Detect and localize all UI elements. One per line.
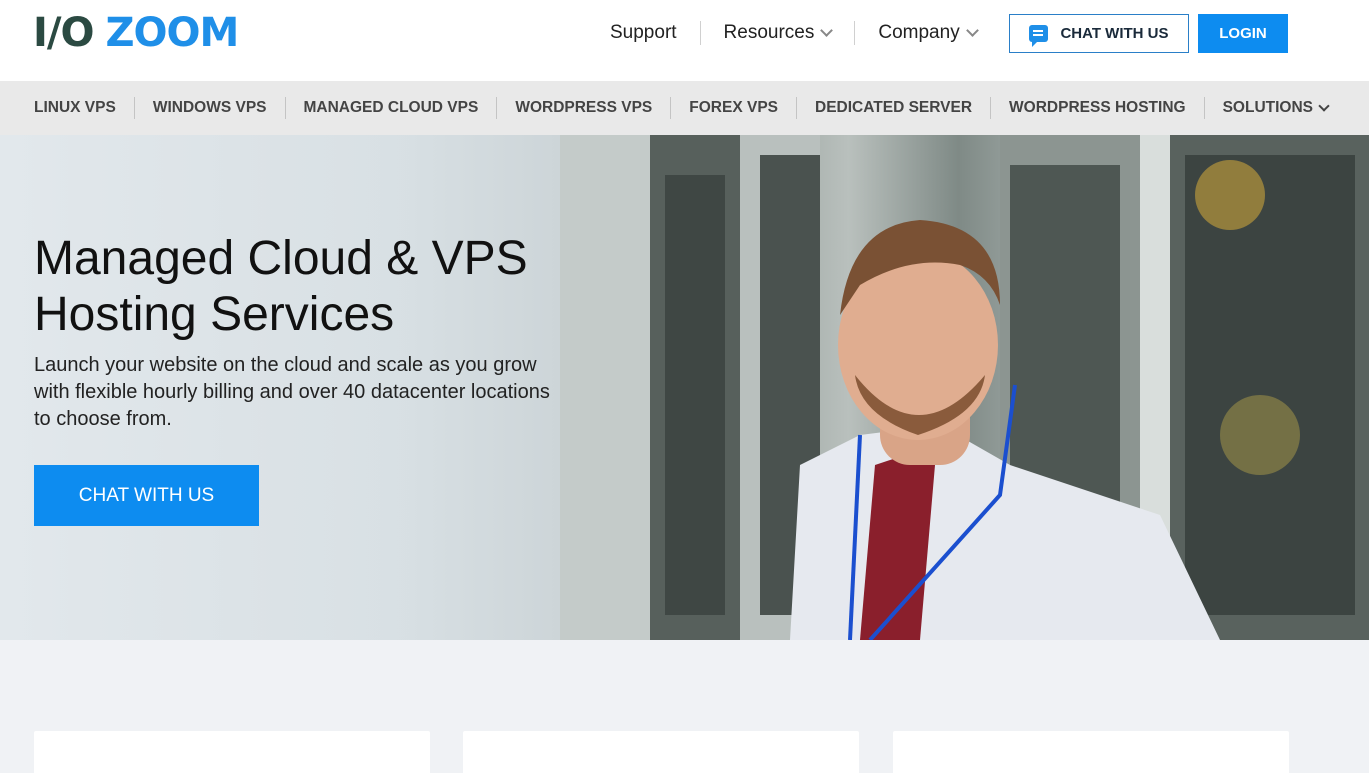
subnav-item-managed-cloud-vps[interactable]: MANAGED CLOUD VPS [284,97,497,119]
subnav-label: WORDPRESS HOSTING [1009,99,1186,116]
logo-text-zoom: ZOOM [105,10,240,56]
product-nav: LINUX VPS WINDOWS VPS MANAGED CLOUD VPS … [0,81,1369,135]
nav-company[interactable]: Company [854,21,999,45]
subnav-label: FOREX VPS [689,99,778,116]
feature-card [34,731,430,773]
chevron-down-icon [820,24,834,37]
hero-subtitle: Launch your website on the cloud and sca… [34,354,550,430]
subnav-label: SOLUTIONS [1222,99,1314,116]
subnav-item-wordpress-hosting[interactable]: WORDPRESS HOSTING [990,97,1204,119]
subnav-item-windows-vps[interactable]: WINDOWS VPS [133,97,285,119]
subnav-label: MANAGED CLOUD VPS [303,99,479,116]
subnav-item-dedicated-server[interactable]: DEDICATED SERVER [796,97,990,119]
hero-banner: Managed Cloud & VPS Hosting Services Lau… [0,135,1369,640]
subnav-label: WINDOWS VPS [152,99,267,116]
nav-company-label: Company [878,22,960,43]
subnav-item-linux-vps[interactable]: LINUX VPS [16,97,134,119]
logo[interactable]: I/O ZOOM [33,10,240,56]
subnav-label: DEDICATED SERVER [815,99,973,116]
hero-chat-button[interactable]: CHAT WITH US [34,465,259,526]
site-header: I/O ZOOM Support Resources Company CHAT … [0,0,1369,81]
hero-title-line2: Hosting Services [34,288,395,341]
nav-support-label: Support [610,22,677,43]
chat-button-label: CHAT WITH US [1060,25,1169,42]
hero-title-line1: Managed Cloud & VPS [34,232,528,285]
nav-support[interactable]: Support [598,21,700,45]
subnav-item-forex-vps[interactable]: FOREX VPS [670,97,796,119]
nav-resources[interactable]: Resources [699,21,855,45]
subnav-item-wordpress-vps[interactable]: WORDPRESS VPS [496,97,670,119]
hero-chat-button-label: CHAT WITH US [78,484,215,506]
chat-bubble-icon [1029,25,1049,47]
chevron-down-icon [965,24,979,37]
top-nav: Support Resources Company [598,18,1000,48]
subnav-item-solutions[interactable]: SOLUTIONS [1203,97,1346,119]
nav-resources-label: Resources [723,22,815,43]
features-section [0,640,1369,773]
logo-text-io: I/O [33,10,94,56]
login-button-label: LOGIN [1219,25,1267,42]
chevron-down-icon [1318,99,1330,112]
subnav-label: LINUX VPS [34,99,116,116]
feature-card [463,731,859,773]
feature-card [893,731,1289,773]
subnav-label: WORDPRESS VPS [515,99,653,116]
chat-with-us-button[interactable]: CHAT WITH US [1009,14,1189,53]
login-button[interactable]: LOGIN [1198,14,1288,53]
hero-title: Managed Cloud & VPS Hosting Services [34,231,594,343]
